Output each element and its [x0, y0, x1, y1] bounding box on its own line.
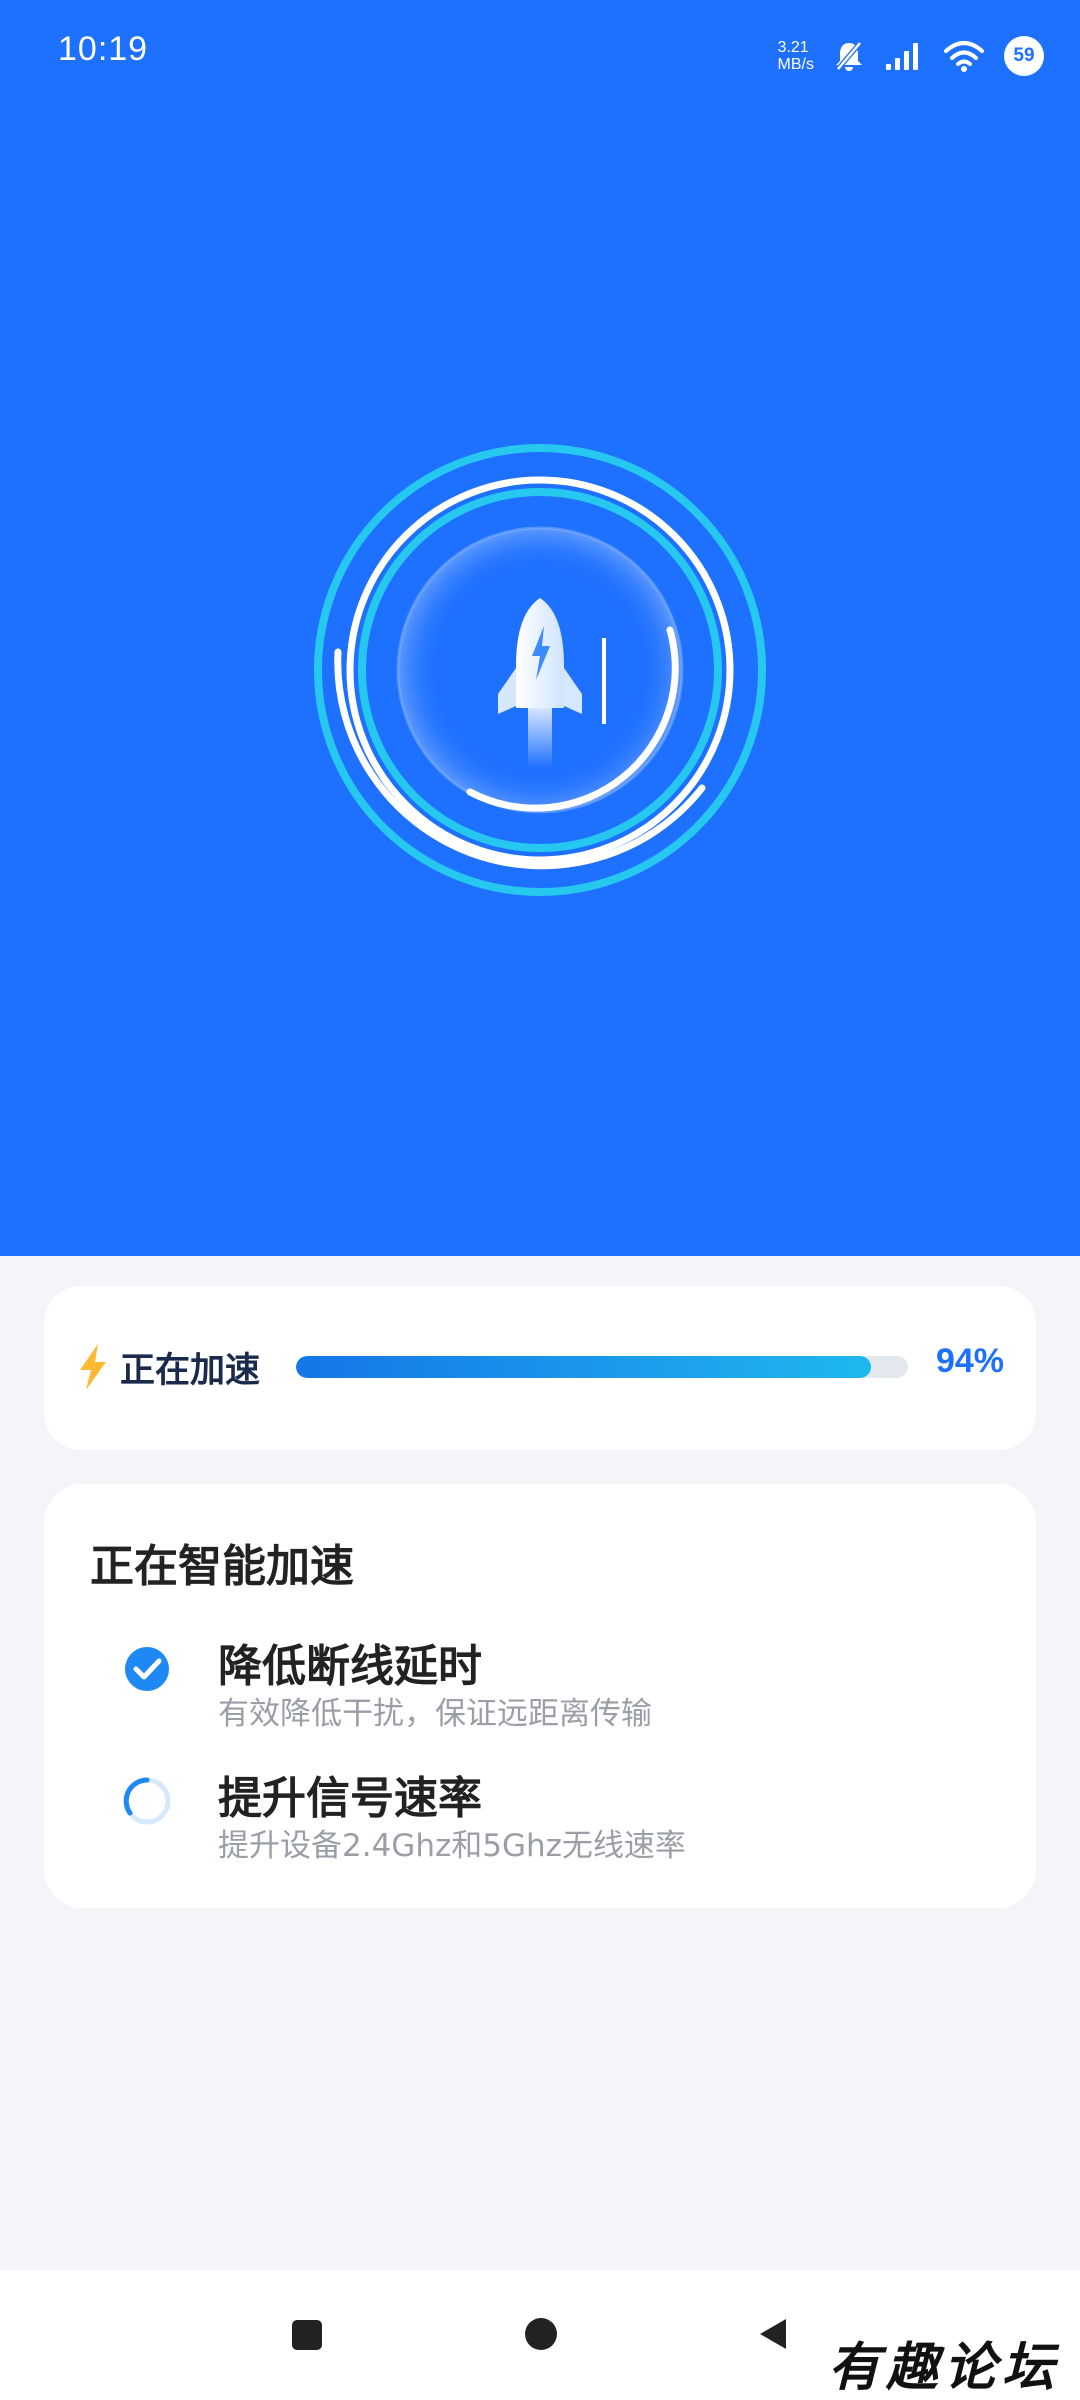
progress-percent: 94% [935, 1342, 1004, 1380]
check-circle-icon [125, 1647, 169, 1691]
progress-label: 正在加速 [120, 1351, 261, 1391]
progress-fill [296, 1356, 872, 1378]
home-circle-icon[interactable] [525, 2318, 557, 2350]
wifi-icon [944, 41, 984, 72]
back-triangle-icon[interactable] [760, 2319, 786, 2349]
recents-square-icon[interactable] [292, 2320, 322, 2350]
status-icons: 3.21 MB/s 59 [778, 30, 1044, 82]
signal-icon [886, 43, 918, 70]
network-speed-unit: MB/s [777, 56, 814, 73]
tasks-card: 正在智能加速 降低断线延时 有效降低干扰，保证远距离传输 提升信号速率 提升设备… [44, 1484, 1036, 1908]
mute-bell-icon [836, 41, 862, 71]
status-time: 10:19 [58, 30, 149, 68]
network-speed: 3.21 MB/s [778, 39, 814, 73]
acceleration-rings [314, 444, 766, 896]
task-item: 提升信号速率 提升设备2.4Ghz和5Ghz无线速率 [44, 1762, 1036, 1872]
tasks-title: 正在智能加速 [90, 1541, 354, 1592]
network-speed-value: 3.21 [777, 39, 809, 56]
hero-section: 10:19 3.21 MB/s 59 [0, 0, 1080, 1256]
task-item: 降低断线延时 有效降低干扰，保证远距离传输 [44, 1630, 1036, 1740]
lightning-icon [80, 1344, 106, 1390]
spinner-icon [123, 1777, 171, 1825]
progress-card: 正在加速 94% [44, 1286, 1036, 1450]
task-title: 提升信号速率 [218, 1773, 482, 1824]
watermark: 有趣论坛 [827, 2337, 1060, 2398]
battery-icon: 59 [1004, 36, 1044, 76]
task-description: 提升设备2.4Ghz和5Ghz无线速率 [218, 1828, 686, 1864]
progress-bar [296, 1356, 908, 1378]
task-title: 降低断线延时 [218, 1641, 482, 1692]
task-description: 有效降低干扰，保证远距离传输 [218, 1696, 652, 1732]
status-bar: 10:19 3.21 MB/s 59 [0, 0, 1080, 110]
